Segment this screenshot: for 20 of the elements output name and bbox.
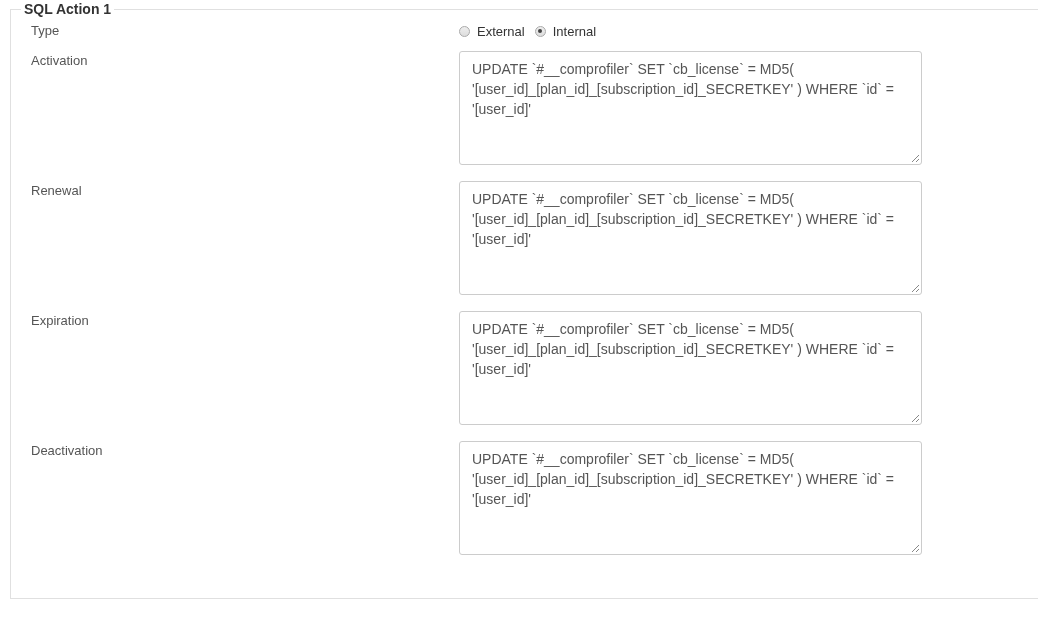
radio-label: Internal: [552, 23, 597, 39]
sql-text-area[interactable]: UPDATE `#__comprofiler` SET `cb_license` = MD5( '[user_id]_[plan_id]_[subscription_id]_SECRETKEY' ) WHERE `id` = '[user_id]': [459, 311, 922, 425]
field-label: Type: [30, 22, 61, 40]
field-label: Expiration: [30, 312, 90, 330]
field-label: Renewal: [30, 182, 83, 200]
radio-label: External: [477, 23, 525, 39]
section-title: SQL Action 1: [23, 1, 113, 17]
sql-text-area[interactable]: UPDATE `#__comprofiler` SET `cb_license` = MD5( '[user_id]_[plan_id]_[subscription_id]_SECRETKEY' ) WHERE `id` = '[user_id]': [459, 181, 922, 295]
resize-grip-icon[interactable]: [911, 154, 919, 162]
resize-grip-icon[interactable]: [911, 284, 919, 292]
field-label: Activation: [30, 52, 89, 70]
sql-text-area[interactable]: UPDATE `#__comprofiler` SET `cb_license` = MD5( '[user_id]_[plan_id]_[subscription_id]_SECRETKEY' ) WHERE `id` = '[user_id]': [459, 51, 922, 165]
field-label: Deactivation: [30, 442, 104, 460]
sql-text-area[interactable]: UPDATE `#__comprofiler` SET `cb_license` = MD5( '[user_id]_[plan_id]_[subscription_id]_SECRETKEY' ) WHERE `id` = '[user_id]': [459, 441, 922, 555]
resize-grip-icon[interactable]: [911, 544, 919, 552]
radio-icon[interactable]: [459, 25, 470, 37]
radio-option[interactable]: Internal: [534, 23, 597, 39]
radio-option[interactable]: External: [459, 23, 525, 39]
resize-grip-icon[interactable]: [911, 414, 919, 422]
radio-icon[interactable]: [534, 25, 546, 37]
